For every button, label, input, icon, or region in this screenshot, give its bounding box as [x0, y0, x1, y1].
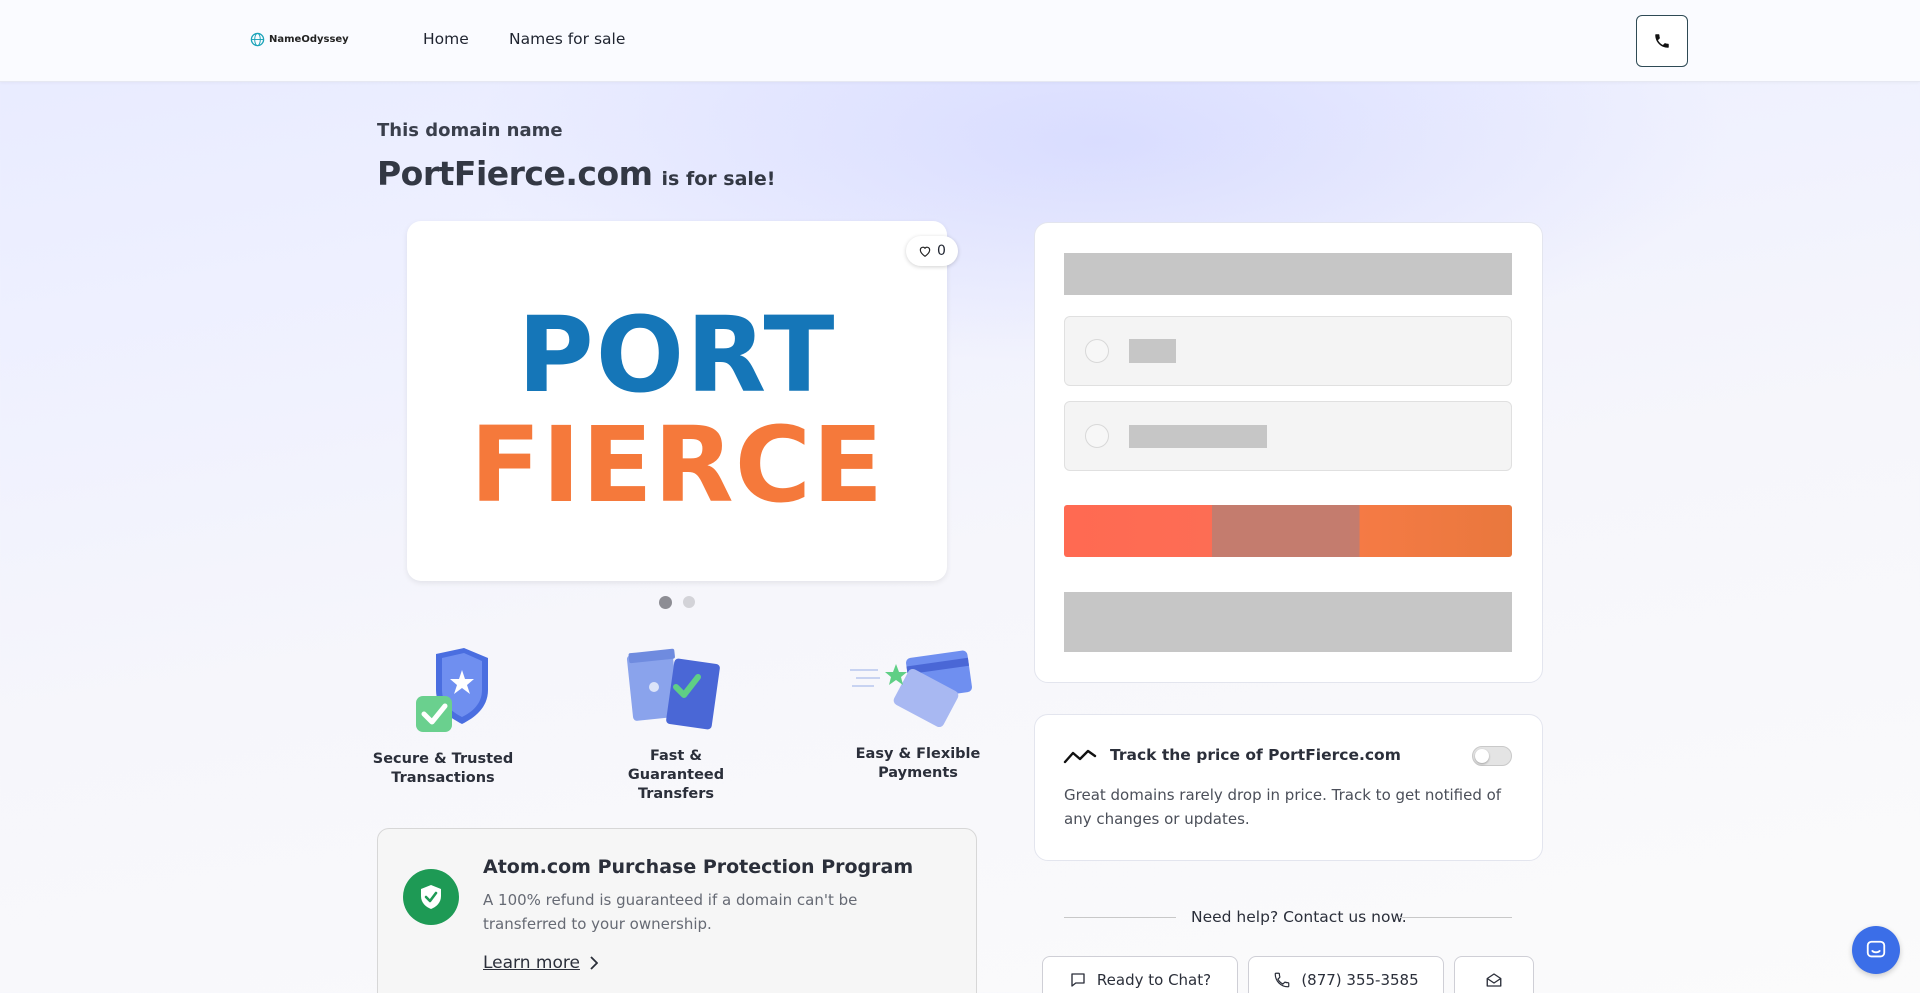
- payment-cards-icon: [850, 650, 972, 728]
- logo-line-port: PORT: [518, 294, 837, 416]
- chat-icon: [1071, 973, 1085, 987]
- nav-home[interactable]: Home: [423, 30, 469, 48]
- hero-title: PortFierce.com is for sale!: [377, 154, 775, 193]
- email-button[interactable]: [1454, 956, 1534, 993]
- for-sale-text: is for sale!: [661, 168, 776, 190]
- option-1-radio[interactable]: [1085, 339, 1109, 363]
- track-price-toggle[interactable]: [1472, 746, 1512, 766]
- divider-left: [1064, 917, 1176, 918]
- learn-more-link[interactable]: Learn more: [483, 953, 598, 973]
- learn-more-label: Learn more: [483, 953, 580, 973]
- call-button[interactable]: (877) 355-3585: [1248, 956, 1444, 993]
- protection-text: A 100% refund is guaranteed if a domain …: [483, 891, 858, 933]
- nav-names-for-sale[interactable]: Names for sale: [509, 30, 625, 48]
- track-price-title: Track the price of PortFierce.com: [1110, 746, 1401, 764]
- option-2-radio[interactable]: [1085, 424, 1109, 448]
- mail-open-icon: [1486, 973, 1502, 987]
- feature-fast: Fast & Guaranteed Transfers: [627, 748, 725, 802]
- trend-line-icon: [1063, 749, 1097, 764]
- phone-outline-icon: [1274, 972, 1290, 988]
- secondary-action-skeleton[interactable]: [1064, 592, 1512, 652]
- option-2-skeleton: [1129, 425, 1267, 448]
- domain-name: PortFierce.com: [377, 154, 653, 193]
- favorite-count: 0: [937, 243, 946, 259]
- feature-secure: Secure & Trusted Transactions: [372, 751, 514, 786]
- live-chat-launcher[interactable]: [1852, 926, 1900, 974]
- divider-right: [1400, 917, 1512, 918]
- phone-number: (877) 355-3585: [1301, 971, 1419, 989]
- secure-shield-icon: [416, 648, 488, 732]
- track-price-description: Great domains rarely drop in price. Trac…: [1064, 786, 1502, 828]
- domain-logo-image: PORT FIERCE: [470, 294, 884, 526]
- buy-now-button[interactable]: [1064, 505, 1512, 557]
- site-header: NameOdyssey Home Names for sale: [0, 0, 1920, 82]
- heart-icon: [919, 246, 931, 257]
- domain-logo-card[interactable]: PORT FIERCE: [407, 221, 947, 581]
- globe-icon: [250, 32, 265, 47]
- chat-button[interactable]: Ready to Chat?: [1042, 956, 1238, 993]
- carousel-dot-2[interactable]: [683, 596, 695, 608]
- brand-logo[interactable]: NameOdyssey: [250, 32, 349, 47]
- protection-shield-icon: [403, 869, 459, 925]
- phone-button[interactable]: [1636, 15, 1688, 67]
- brand-name: NameOdyssey: [269, 34, 349, 45]
- toggle-knob: [1475, 749, 1489, 763]
- carousel-dot-1[interactable]: [659, 596, 672, 609]
- feature-easy: Easy & Flexible Payments: [855, 746, 981, 781]
- logo-line-fierce: FIERCE: [470, 404, 884, 526]
- need-help-heading: Need help? Contact us now.: [1191, 908, 1407, 926]
- hero-subtitle: This domain name: [377, 120, 563, 141]
- chevron-right-icon: [590, 956, 598, 970]
- transfer-cards-icon: [626, 648, 720, 730]
- option-1-skeleton: [1129, 339, 1176, 363]
- phone-icon: [1655, 34, 1669, 48]
- price-skeleton: [1064, 253, 1512, 295]
- favorite-button[interactable]: 0: [906, 236, 958, 266]
- chat-label: Ready to Chat?: [1096, 971, 1212, 989]
- protection-title: Atom.com Purchase Protection Program: [483, 856, 914, 878]
- messenger-icon: [1866, 940, 1886, 958]
